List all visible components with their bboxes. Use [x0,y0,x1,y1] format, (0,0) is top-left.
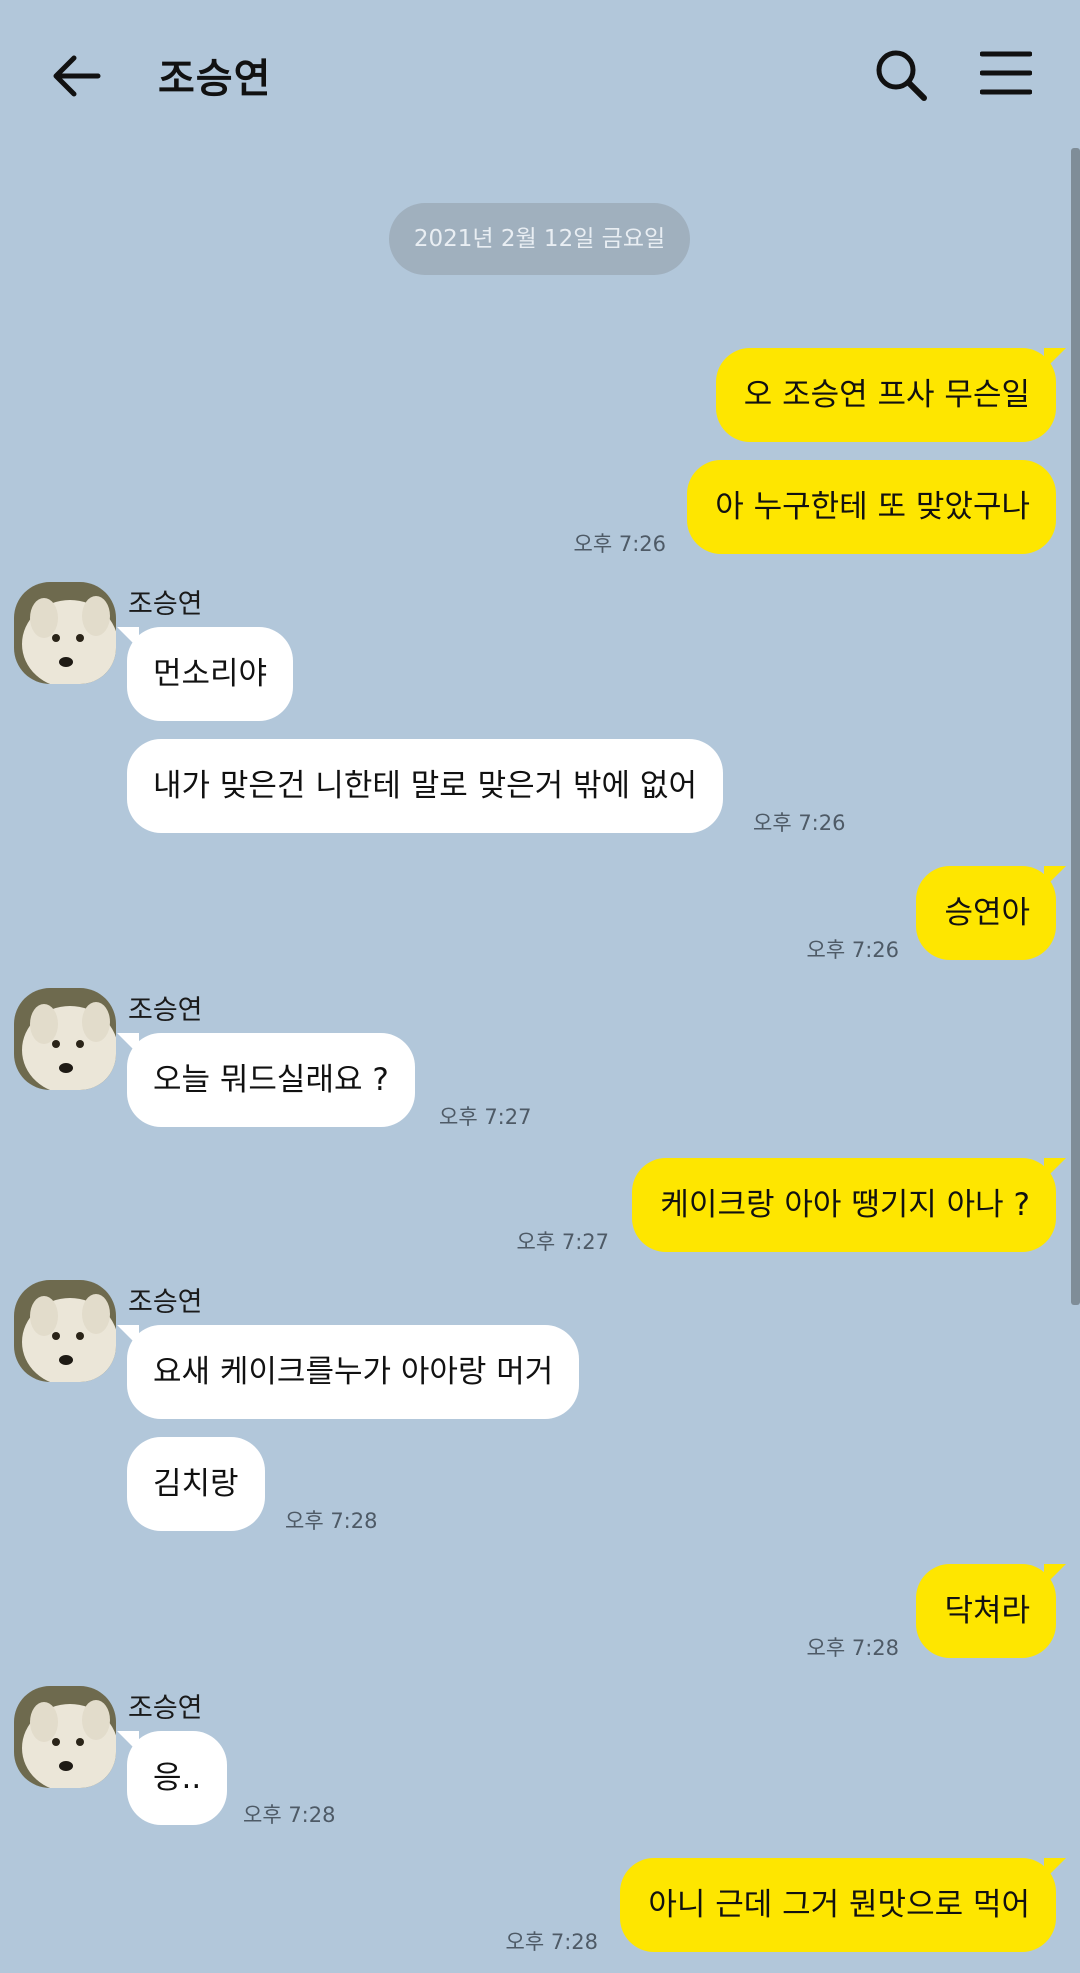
message-time: 오후 7:28 [806,1636,899,1660]
their-message-bubble[interactable]: 응.. [116,1731,228,1825]
chat-header: 조승연 [0,0,1080,148]
sender-name: 조승연 [128,1693,203,1724]
menu-button[interactable] [979,50,1033,96]
back-button[interactable] [48,48,104,104]
contact-avatar[interactable] [14,582,116,684]
my-message-bubble[interactable]: 아니 근데 그거 뭔맛으로 먹어 [620,1858,1066,1952]
their-message-bubble[interactable]: 김치랑 [127,1437,265,1531]
search-icon [876,50,927,101]
their-message-bubble[interactable]: 먼소리야 [116,627,294,721]
scrollbar-thumb[interactable] [1071,148,1080,1305]
their-message-bubble[interactable]: 내가 맞은건 니한테 말로 맞은거 밖에 없어 [127,739,723,833]
my-message-bubble[interactable]: 아 누구한테 또 맞았구나 [687,460,1056,554]
hamburger-menu-icon [979,51,1033,95]
sender-name: 조승연 [128,1287,203,1318]
message-time: 오후 7:28 [505,1930,598,1954]
chat-title: 조승연 [158,56,272,102]
their-message-bubble[interactable]: 요새 케이크를누가 아아랑 머거 [116,1325,580,1419]
sender-name: 조승연 [128,995,203,1026]
their-message-bubble[interactable]: 오늘 뭐드실래요 ? [117,1033,415,1127]
message-time: 오후 7:26 [753,811,846,835]
my-message-bubble[interactable]: 닥쳐라 [916,1564,1066,1658]
message-time: 오후 7:27 [439,1105,532,1129]
my-message-bubble[interactable]: 오 조승연 프사 무슨일 [715,348,1067,442]
search-button[interactable] [872,46,930,104]
arrow-left-icon [53,55,101,97]
my-message-bubble[interactable]: 승연아 [916,866,1066,960]
message-time: 오후 7:26 [806,938,899,962]
contact-avatar[interactable] [14,1686,116,1788]
contact-avatar[interactable] [14,1280,116,1382]
sender-name: 조승연 [128,589,203,620]
my-message-bubble[interactable]: 케이크랑 아아 땡기지 아나 ? [632,1158,1066,1252]
message-time: 오후 7:28 [243,1803,336,1827]
message-time: 오후 7:28 [285,1509,378,1533]
contact-avatar[interactable] [14,988,116,1090]
date-divider: 2021년 2월 12일 금요일 [389,203,690,275]
message-time: 오후 7:27 [516,1230,609,1254]
message-time: 오후 7:26 [573,532,666,556]
